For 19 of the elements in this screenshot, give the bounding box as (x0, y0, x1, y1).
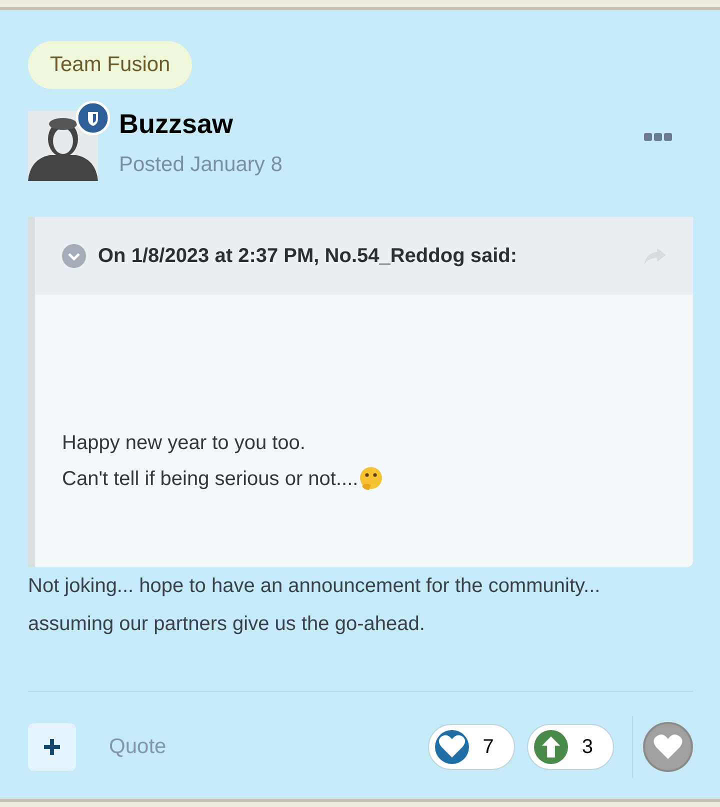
post-date: Posted January 8 (119, 152, 282, 178)
reaction-count-button[interactable]: 7 (428, 724, 515, 770)
post-body: Not joking... hope to have an announcement for the community... assuming our partners give us the go-ahead. (28, 574, 602, 636)
quote-text: Can't tell if being serious or not.... (62, 466, 358, 492)
reaction-count-button[interactable]: 3 (526, 724, 614, 770)
author-name[interactable]: Buzzsaw (119, 106, 282, 140)
quote-header: On 1/8/2023 at 2:37 PM, No.54_Reddog said: (98, 244, 518, 268)
heart-icon (653, 733, 683, 760)
react-button[interactable] (643, 722, 693, 772)
more-options-button[interactable] (644, 132, 672, 142)
quote-text: Happy new year to you too. (62, 430, 306, 456)
ellipsis-icon (644, 132, 672, 142)
avatar-icon[interactable] (28, 110, 98, 180)
thinking-emoji-icon (358, 466, 384, 492)
shield-badge-icon (76, 100, 110, 134)
group-badge: Team Fusion (28, 41, 192, 88)
collapse-chevron-icon[interactable] (62, 244, 86, 268)
multiquote-button[interactable] (28, 722, 76, 770)
plus-icon (43, 738, 61, 756)
